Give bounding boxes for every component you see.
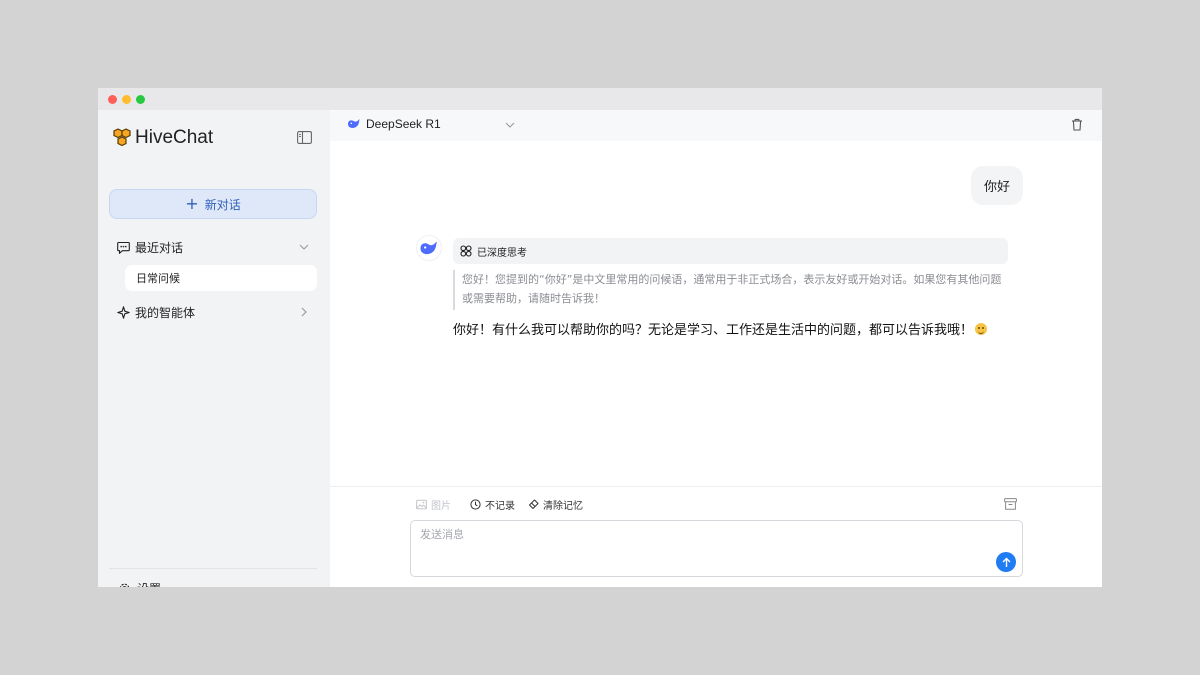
sidebar: HiveChat + 新对话 最近对话 日常问候 我的智能体 — [98, 110, 330, 587]
settings-label: 设置 — [137, 580, 161, 587]
send-button[interactable] — [996, 552, 1016, 572]
recent-chats-label: 最近对话 — [135, 240, 184, 255]
chat-item-daily-greeting[interactable]: 日常问候 — [125, 265, 317, 291]
composer: 图片 不记录 清除记忆 — [330, 486, 1102, 587]
trash-icon[interactable] — [1071, 118, 1083, 131]
assistant-avatar — [416, 235, 442, 261]
app-name: HiveChat — [135, 127, 214, 148]
clock-icon — [470, 499, 481, 510]
image-icon — [416, 499, 427, 510]
clear-memory-button[interactable]: 清除记忆 — [528, 497, 583, 512]
chevron-right-icon — [301, 307, 307, 317]
archive-icon[interactable] — [1004, 498, 1017, 510]
app-window: HiveChat + 新对话 最近对话 日常问候 我的智能体 DeepSeek … — [98, 88, 1102, 587]
my-agents-label: 我的智能体 — [135, 305, 196, 320]
assistant-message-text: 你好！有什么我可以帮助你的吗？无论是学习、工作还是生活中的问题，都可以告诉我哦！ — [453, 323, 974, 338]
user-message-text: 你好 — [983, 180, 1010, 195]
smiling-face-emoji-icon — [975, 323, 988, 335]
image-upload-label: 图片 — [431, 501, 451, 512]
assistant-message: 你好！有什么我可以帮助你的吗？无论是学习、工作还是生活中的问题，都可以告诉我哦！ — [453, 321, 1013, 341]
my-agents-toggle[interactable]: 我的智能体 — [117, 302, 313, 322]
deep-thinking-label: 已深度思考 — [477, 247, 527, 259]
no-record-label: 不记录 — [485, 501, 515, 512]
chat-main: DeepSeek R1 你好 已深度思考 您好！您提到的“你好”是中文里常用的问… — [330, 110, 1102, 587]
gear-icon — [119, 583, 130, 587]
clear-memory-label: 清除记忆 — [543, 501, 583, 512]
close-window-button[interactable] — [108, 95, 117, 104]
plus-icon: + — [185, 194, 199, 213]
settings-button[interactable]: 设置 — [118, 580, 161, 587]
minimize-window-button[interactable] — [122, 95, 131, 104]
thinking-content: 您好！您提到的“你好”是中文里常用的问候语，通常用于非正式场合，表示友好或开始对… — [453, 270, 1008, 310]
chat-header: DeepSeek R1 — [330, 110, 1102, 141]
hive-logo-icon — [113, 128, 131, 147]
sidebar-divider — [109, 568, 317, 569]
message-input[interactable] — [410, 520, 1023, 577]
atom-icon — [460, 245, 472, 257]
whale-icon — [420, 240, 437, 254]
model-name: DeepSeek R1 — [366, 117, 441, 131]
sidebar-toggle-icon[interactable] — [297, 131, 312, 144]
new-chat-button[interactable]: + 新对话 — [109, 189, 317, 219]
no-record-button[interactable]: 不记录 — [470, 497, 515, 512]
image-upload-button[interactable]: 图片 — [416, 497, 451, 512]
chevron-down-icon[interactable] — [505, 120, 515, 130]
sparkle-icon — [117, 305, 130, 319]
chat-item-label: 日常问候 — [136, 272, 180, 285]
model-selector[interactable]: DeepSeek R1 — [347, 117, 441, 131]
title-bar — [98, 88, 1102, 110]
chat-bubble-icon — [117, 241, 130, 254]
arrow-up-icon — [1002, 557, 1010, 567]
whale-icon — [348, 119, 360, 128]
new-chat-label: 新对话 — [204, 197, 241, 212]
deep-thinking-toggle[interactable]: 已深度思考 — [453, 238, 1008, 264]
user-message-bubble: 你好 — [971, 166, 1023, 205]
recent-chats-toggle[interactable]: 最近对话 — [117, 237, 313, 257]
app-logo[interactable]: HiveChat — [112, 127, 213, 149]
eraser-icon — [529, 499, 539, 509]
maximize-window-button[interactable] — [136, 95, 145, 104]
chevron-down-icon — [299, 244, 309, 250]
